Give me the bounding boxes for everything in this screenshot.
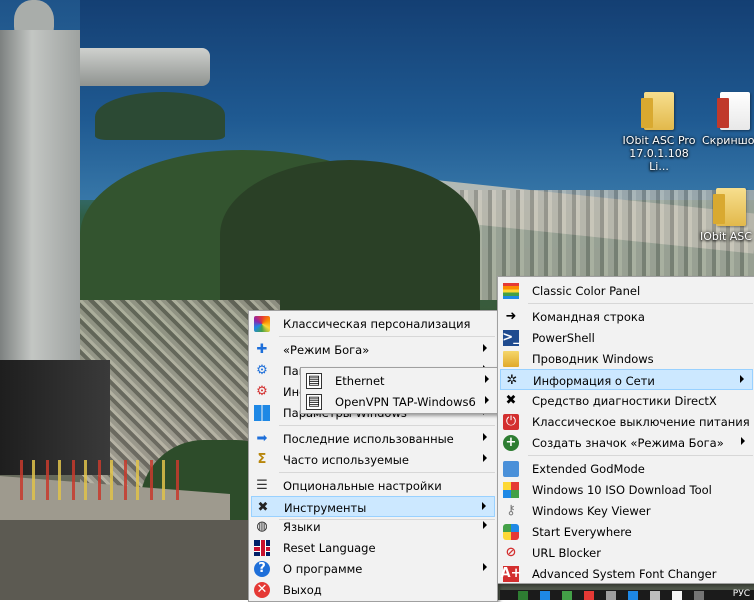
gear-red-icon: ⚙ bbox=[256, 384, 268, 399]
menu-item-font-changer[interactable]: A+ Advanced System Font Changer bbox=[500, 563, 753, 584]
rainbow-icon bbox=[503, 283, 519, 299]
menu-item-god-mode[interactable]: ✚ «Режим Бога» bbox=[251, 339, 495, 360]
menu-item-classic-personalization[interactable]: Классическая персонализация bbox=[251, 313, 495, 334]
taskbar-app-icon[interactable] bbox=[650, 591, 660, 600]
document-icon bbox=[717, 92, 750, 130]
explorer-icon bbox=[503, 351, 519, 367]
chevron-right-icon bbox=[483, 344, 487, 352]
menu-item-url-blocker[interactable]: ⊘ URL Blocker bbox=[500, 542, 753, 563]
key-icon: ⚷ bbox=[506, 503, 516, 518]
main-context-menu: Классическая персонализация ✚ «Режим Бог… bbox=[248, 310, 498, 602]
network-adapter-icon: ▤ bbox=[306, 394, 322, 410]
statue bbox=[0, 0, 210, 380]
color-wheel-icon bbox=[254, 316, 270, 332]
taskbar-app-icon[interactable] bbox=[584, 591, 594, 600]
menu-item-optional-settings[interactable]: ☰ Опциональные настройки bbox=[251, 475, 495, 496]
chevron-right-icon bbox=[482, 502, 486, 510]
menu-item-frequent[interactable]: Σ Часто используемые bbox=[251, 449, 495, 470]
globe-icon: ◍ bbox=[256, 519, 268, 534]
menu-item-network-info[interactable]: ✲ Информация о Сети bbox=[500, 369, 753, 390]
menu-item-recent[interactable]: ➡ Последние использованные bbox=[251, 428, 495, 449]
chevron-right-icon bbox=[483, 454, 487, 462]
menu-item-command-prompt[interactable]: ➜ Командная строка bbox=[500, 306, 753, 327]
menu-item-create-godmode-icon[interactable]: + Создать значок «Режима Бога» bbox=[500, 432, 753, 453]
start-icon bbox=[503, 524, 519, 540]
chevron-right-icon bbox=[485, 375, 489, 383]
taskbar-app-icon[interactable] bbox=[606, 591, 616, 600]
network-adapter-icon: ▤ bbox=[306, 373, 322, 389]
plus-icon: ✚ bbox=[256, 342, 268, 357]
menu-item-directx-diagnostics[interactable]: ✖ Средство диагностики DirectX bbox=[500, 390, 753, 411]
folder-icon bbox=[641, 92, 674, 130]
windows-icon bbox=[254, 405, 270, 421]
chevron-right-icon bbox=[740, 375, 744, 383]
desktop-icon-iobit-1[interactable]: IObit ASC Pro 17.0.1.108 Li... bbox=[622, 92, 696, 173]
chevron-right-icon bbox=[483, 433, 487, 441]
menu-item-win10-iso-tool[interactable]: Windows 10 ISO Download Tool bbox=[500, 479, 753, 500]
menu-item-exit[interactable]: ✕ Выход bbox=[251, 579, 495, 600]
menu-item-reset-language[interactable]: Reset Language bbox=[251, 537, 495, 558]
hill bbox=[220, 160, 480, 310]
chevron-right-icon bbox=[483, 563, 487, 571]
desktop-icon-label: IObit ASC Pro 17.0.1.108 Li... bbox=[622, 134, 696, 173]
folder-icon bbox=[713, 188, 746, 226]
power-icon: ⏻ bbox=[503, 414, 519, 430]
language-indicator[interactable]: РУС bbox=[733, 589, 750, 599]
uk-flag-icon bbox=[254, 540, 270, 556]
help-icon: ? bbox=[254, 561, 270, 577]
windows10-icon bbox=[503, 482, 519, 498]
menu-item-start-everywhere[interactable]: Start Everywhere bbox=[500, 521, 753, 542]
powershell-icon: >_ bbox=[502, 330, 520, 346]
menu-item-tools[interactable]: ✖ Инструменты bbox=[251, 496, 495, 517]
pedestal bbox=[0, 360, 110, 475]
taskbar-app-icon[interactable] bbox=[628, 591, 638, 600]
menu-item-about[interactable]: ? О программе bbox=[251, 558, 495, 579]
crowd bbox=[20, 460, 180, 500]
block-icon: ⊘ bbox=[505, 545, 517, 560]
green-plus-icon: + bbox=[503, 435, 519, 451]
exit-icon: ✕ bbox=[254, 582, 270, 598]
taskbar-app-icon[interactable] bbox=[672, 591, 682, 600]
godmode-icon bbox=[503, 461, 519, 477]
menu-item-powershell[interactable]: >_ PowerShell bbox=[500, 327, 753, 348]
directx-icon: ✖ bbox=[505, 393, 517, 408]
arrow-right-icon: ➡ bbox=[256, 431, 268, 446]
menu-item-windows-explorer[interactable]: Проводник Windows bbox=[500, 348, 753, 369]
menu-item-languages[interactable]: ◍ Языки bbox=[251, 516, 495, 537]
tools-submenu: Classic Color Panel ➜ Командная строка >… bbox=[497, 276, 754, 584]
black-arrow-icon: ➜ bbox=[505, 309, 517, 324]
font-icon: A+ bbox=[500, 566, 522, 582]
tools-icon: ✖ bbox=[257, 500, 269, 515]
rocks bbox=[0, 520, 250, 600]
desktop-icon-label: IObit ASC P bbox=[700, 230, 754, 243]
desktop-icon-iobit-2[interactable]: IObit ASC P bbox=[696, 188, 754, 243]
menu-item-openvpn-tap[interactable]: ▤ OpenVPN TAP-Windows6 bbox=[303, 391, 497, 412]
network-icon: ✲ bbox=[506, 373, 518, 388]
taskbar-app-icon[interactable] bbox=[694, 591, 704, 600]
sigma-icon: Σ bbox=[257, 452, 267, 467]
sliders-icon: ☰ bbox=[256, 478, 268, 493]
menu-item-ethernet[interactable]: ▤ Ethernet bbox=[303, 370, 497, 391]
menu-item-classic-shutdown[interactable]: ⏻ Классическое выключение питания bbox=[500, 411, 753, 432]
menu-item-extended-godmode[interactable]: Extended GodMode bbox=[500, 458, 753, 479]
menu-item-windows-key-viewer[interactable]: ⚷ Windows Key Viewer bbox=[500, 500, 753, 521]
taskbar-app-icon[interactable] bbox=[518, 591, 528, 600]
desktop-icon-label: Скриншот bbox=[702, 134, 754, 147]
chevron-right-icon bbox=[741, 437, 745, 445]
desktop-icon-screenshot[interactable]: Скриншот bbox=[700, 92, 754, 147]
menu-item-classic-color-panel[interactable]: Classic Color Panel bbox=[500, 280, 753, 301]
taskbar: РУС bbox=[500, 589, 754, 600]
chevron-right-icon bbox=[485, 396, 489, 404]
gear-icon: ⚙ bbox=[256, 363, 268, 378]
network-submenu: ▤ Ethernet ▤ OpenVPN TAP-Windows6 bbox=[300, 367, 500, 414]
chevron-right-icon bbox=[483, 521, 487, 529]
taskbar-app-icon[interactable] bbox=[562, 591, 572, 600]
taskbar-app-icon[interactable] bbox=[540, 591, 550, 600]
